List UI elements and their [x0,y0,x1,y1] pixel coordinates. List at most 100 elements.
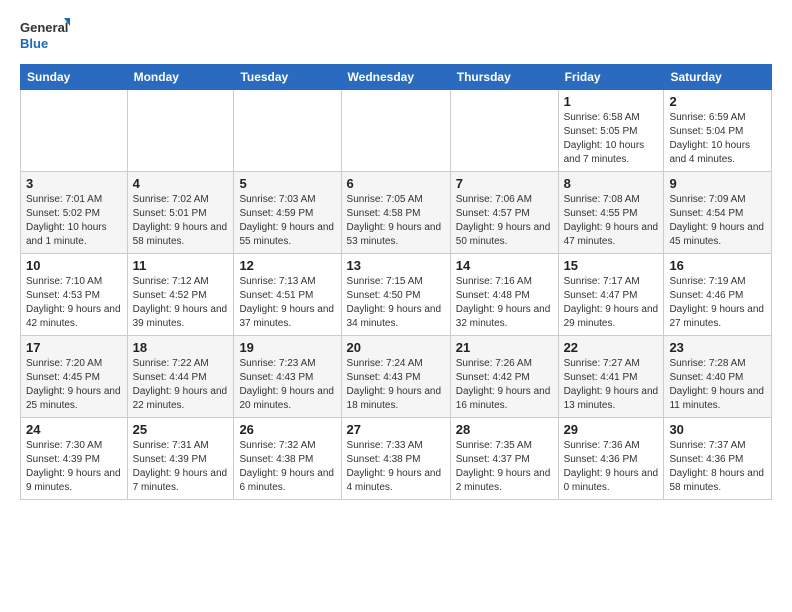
calendar-cell: 23 Sunrise: 7:28 AM Sunset: 4:40 PM Dayli… [664,336,772,418]
day-number: 13 [347,258,445,273]
day-info: Sunrise: 7:32 AM Sunset: 4:38 PM Dayligh… [239,439,335,495]
day-number: 14 [456,258,553,273]
day-number: 16 [669,258,766,273]
day-info: Sunrise: 7:03 AM Sunset: 4:59 PM Dayligh… [239,193,335,249]
calendar-cell: 29Sunrise: 7:36 AM Sunset: 4:36 PM Dayli… [558,418,664,500]
calendar-cell: 3 Sunrise: 7:01 AM Sunset: 5:02 PM Daylig… [21,172,128,254]
calendar-header-row: SundayMondayTuesdayWednesdayThursdayFrid… [21,65,772,90]
day-info: Sunrise: 7:30 AM Sunset: 4:39 PM Dayligh… [26,439,122,495]
svg-text:General: General [20,20,68,35]
day-info: Sunrise: 7:06 AM Sunset: 4:57 PM Dayligh… [456,193,553,249]
day-number: 20 [347,340,445,355]
day-info: Sunrise: 7:19 AM Sunset: 4:46 PM Dayligh… [669,275,766,331]
day-header-tuesday: Tuesday [234,65,341,90]
calendar-cell: 16 Sunrise: 7:19 AM Sunset: 4:46 PM Dayli… [664,254,772,336]
day-info: Sunrise: 7:02 AM Sunset: 5:01 PM Dayligh… [133,193,229,249]
day-info: Sunrise: 7:20 AM Sunset: 4:45 PM Dayligh… [26,357,122,413]
calendar-table: SundayMondayTuesdayWednesdayThursdayFrid… [20,64,772,500]
day-info: Sunrise: 7:35 AM Sunset: 4:37 PM Dayligh… [456,439,553,495]
calendar-cell: 14 Sunrise: 7:16 AM Sunset: 4:48 PM Dayli… [450,254,558,336]
day-number: 12 [239,258,335,273]
calendar-week-2: 3 Sunrise: 7:01 AM Sunset: 5:02 PM Daylig… [21,172,772,254]
calendar-week-5: 24 Sunrise: 7:30 AM Sunset: 4:39 PM Dayli… [21,418,772,500]
calendar-cell: 15Sunrise: 7:17 AM Sunset: 4:47 PM Dayli… [558,254,664,336]
day-info: Sunrise: 7:10 AM Sunset: 4:53 PM Dayligh… [26,275,122,331]
calendar-week-4: 17 Sunrise: 7:20 AM Sunset: 4:45 PM Dayli… [21,336,772,418]
calendar-cell: 11 Sunrise: 7:12 AM Sunset: 4:52 PM Dayli… [127,254,234,336]
day-number: 28 [456,422,553,437]
day-info: Sunrise: 6:59 AM Sunset: 5:04 PM Dayligh… [669,111,766,167]
day-number: 25 [133,422,229,437]
calendar-cell: 18Sunrise: 7:22 AM Sunset: 4:44 PM Dayli… [127,336,234,418]
calendar-week-3: 10 Sunrise: 7:10 AM Sunset: 4:53 PM Dayli… [21,254,772,336]
day-number: 23 [669,340,766,355]
day-number: 27 [347,422,445,437]
day-number: 5 [239,176,335,191]
day-info: Sunrise: 7:26 AM Sunset: 4:42 PM Dayligh… [456,357,553,413]
day-header-sunday: Sunday [21,65,128,90]
calendar-cell: 30 Sunrise: 7:37 AM Sunset: 4:36 PM Dayli… [664,418,772,500]
page-header: General Blue [20,16,772,54]
calendar-cell: 12 Sunrise: 7:13 AM Sunset: 4:51 PM Dayli… [234,254,341,336]
calendar-cell: 2 Sunrise: 6:59 AM Sunset: 5:04 PM Daylig… [664,90,772,172]
calendar-week-1: 1 Sunrise: 6:58 AM Sunset: 5:05 PM Daylig… [21,90,772,172]
calendar-cell [21,90,128,172]
day-number: 4 [133,176,229,191]
day-info: Sunrise: 6:58 AM Sunset: 5:05 PM Dayligh… [564,111,659,167]
calendar-cell [450,90,558,172]
day-number: 22 [564,340,659,355]
day-header-friday: Friday [558,65,664,90]
day-number: 9 [669,176,766,191]
day-number: 2 [669,94,766,109]
calendar-cell [127,90,234,172]
calendar-cell: 22 Sunrise: 7:27 AM Sunset: 4:41 PM Dayli… [558,336,664,418]
day-header-saturday: Saturday [664,65,772,90]
day-info: Sunrise: 7:13 AM Sunset: 4:51 PM Dayligh… [239,275,335,331]
day-info: Sunrise: 7:33 AM Sunset: 4:38 PM Dayligh… [347,439,445,495]
day-number: 18 [133,340,229,355]
calendar-cell: 28 Sunrise: 7:35 AM Sunset: 4:37 PM Dayli… [450,418,558,500]
day-number: 6 [347,176,445,191]
calendar-cell [341,90,450,172]
day-number: 10 [26,258,122,273]
day-number: 21 [456,340,553,355]
day-number: 17 [26,340,122,355]
calendar-cell: 8 Sunrise: 7:08 AM Sunset: 4:55 PM Daylig… [558,172,664,254]
day-info: Sunrise: 7:16 AM Sunset: 4:48 PM Dayligh… [456,275,553,331]
day-info: Sunrise: 7:12 AM Sunset: 4:52 PM Dayligh… [133,275,229,331]
day-info: Sunrise: 7:24 AM Sunset: 4:43 PM Dayligh… [347,357,445,413]
calendar-cell: 19Sunrise: 7:23 AM Sunset: 4:43 PM Dayli… [234,336,341,418]
calendar-cell: 4 Sunrise: 7:02 AM Sunset: 5:01 PM Daylig… [127,172,234,254]
day-number: 3 [26,176,122,191]
calendar-cell: 25 Sunrise: 7:31 AM Sunset: 4:39 PM Dayli… [127,418,234,500]
logo: General Blue [20,16,70,54]
page-container: General Blue SundayMondayTuesdayWednesda… [0,0,792,510]
day-header-wednesday: Wednesday [341,65,450,90]
day-number: 8 [564,176,659,191]
svg-text:Blue: Blue [20,36,48,51]
calendar-cell: 7 Sunrise: 7:06 AM Sunset: 4:57 PM Daylig… [450,172,558,254]
calendar-body: 1 Sunrise: 6:58 AM Sunset: 5:05 PM Daylig… [21,90,772,500]
day-info: Sunrise: 7:28 AM Sunset: 4:40 PM Dayligh… [669,357,766,413]
day-info: Sunrise: 7:27 AM Sunset: 4:41 PM Dayligh… [564,357,659,413]
day-number: 26 [239,422,335,437]
day-number: 7 [456,176,553,191]
calendar-cell [234,90,341,172]
calendar-cell: 26 Sunrise: 7:32 AM Sunset: 4:38 PM Dayli… [234,418,341,500]
calendar-cell: 6 Sunrise: 7:05 AM Sunset: 4:58 PM Daylig… [341,172,450,254]
calendar-cell: 27 Sunrise: 7:33 AM Sunset: 4:38 PM Dayli… [341,418,450,500]
calendar-cell: 5 Sunrise: 7:03 AM Sunset: 4:59 PM Daylig… [234,172,341,254]
day-number: 1 [564,94,659,109]
day-info: Sunrise: 7:37 AM Sunset: 4:36 PM Dayligh… [669,439,766,495]
day-info: Sunrise: 7:17 AM Sunset: 4:47 PM Dayligh… [564,275,659,331]
day-info: Sunrise: 7:01 AM Sunset: 5:02 PM Dayligh… [26,193,122,249]
day-info: Sunrise: 7:23 AM Sunset: 4:43 PM Dayligh… [239,357,335,413]
day-info: Sunrise: 7:31 AM Sunset: 4:39 PM Dayligh… [133,439,229,495]
day-number: 11 [133,258,229,273]
day-info: Sunrise: 7:05 AM Sunset: 4:58 PM Dayligh… [347,193,445,249]
day-info: Sunrise: 7:36 AM Sunset: 4:36 PM Dayligh… [564,439,659,495]
day-number: 24 [26,422,122,437]
calendar-cell: 21 Sunrise: 7:26 AM Sunset: 4:42 PM Dayli… [450,336,558,418]
day-info: Sunrise: 7:08 AM Sunset: 4:55 PM Dayligh… [564,193,659,249]
day-number: 30 [669,422,766,437]
